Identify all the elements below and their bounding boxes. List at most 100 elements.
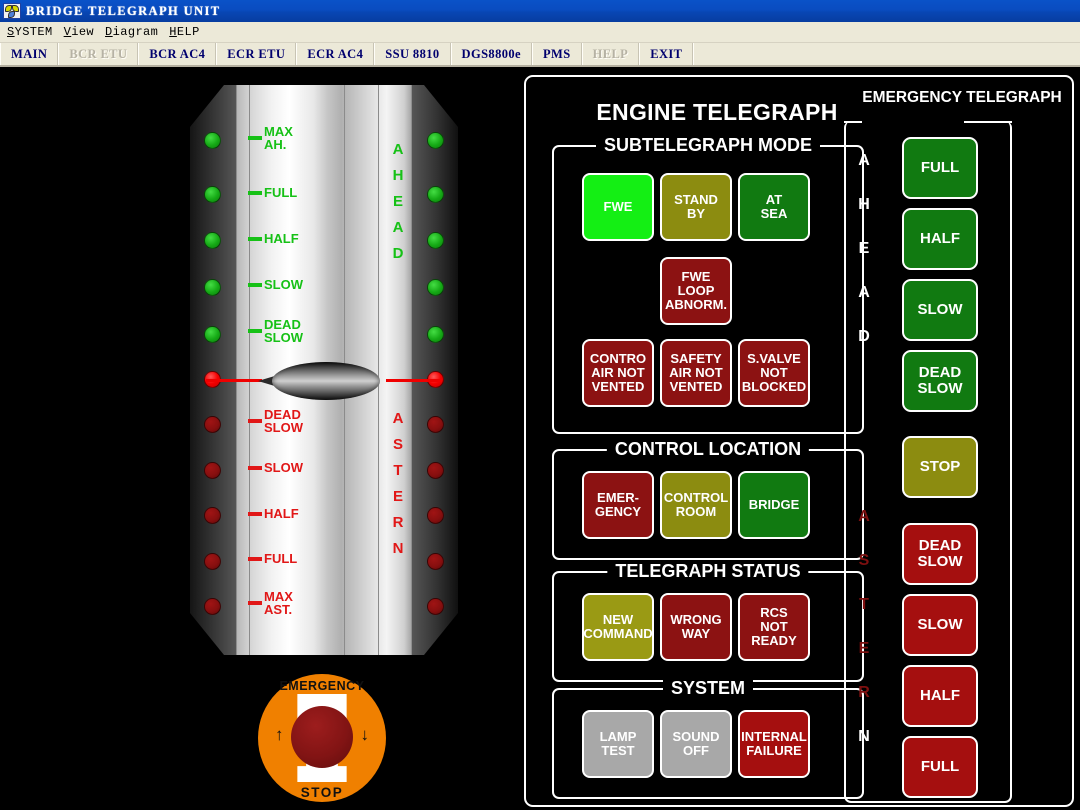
etg-button-ahead-full[interactable]: FULL: [902, 137, 978, 199]
scale-row-astern-half: HALF: [248, 507, 299, 520]
lamp-astern-slow-left: [204, 462, 221, 479]
astern-letter-1: S: [392, 436, 403, 453]
button-new-command[interactable]: NEW COMMAND: [582, 593, 654, 661]
lamp-ahead-slow-left: [204, 279, 221, 296]
scale-row-astern-slow: SLOW: [248, 461, 303, 474]
emergency-telegraph-title: EMERGENCY TELEGRAPH: [862, 89, 1062, 106]
lamp-ahead-max-right: [427, 132, 444, 149]
lamp-ahead-slow-right: [427, 279, 444, 296]
toolbar-button-ecr-ac4[interactable]: ECR AC4: [296, 43, 375, 65]
etg-button-ahead-slow[interactable]: SLOW: [902, 279, 978, 341]
main-canvas: MAX AH. FULL HALF SLOW DEAD SLOW DEAD SL…: [0, 69, 1080, 810]
lamp-astern-deadslow-left: [204, 416, 221, 433]
propeller-icon: [3, 3, 21, 19]
lamp-ahead-half-left: [204, 232, 221, 249]
button-emergency-location[interactable]: EMER- GENCY: [582, 471, 654, 539]
ahead-letter-1: H: [392, 167, 404, 184]
toolbar-button-bcr-etu: BCR ETU: [58, 43, 139, 65]
emergency-stop-button[interactable]: EMERGENCY ↑ ↓ STOP: [258, 674, 386, 802]
etg-astern-letter-3: E: [858, 640, 870, 657]
astern-letter-0: A: [392, 410, 404, 427]
button-lamp-test[interactable]: LAMP TEST: [582, 710, 654, 778]
button-svalve-not-blocked[interactable]: S.VALVE NOT BLOCKED: [738, 339, 810, 407]
etg-button-stop[interactable]: STOP: [902, 436, 978, 498]
button-rcs-not-ready[interactable]: RCS NOT READY: [738, 593, 810, 661]
lamp-astern-max-right: [427, 598, 444, 615]
pointer-needle-right: [386, 379, 442, 382]
lamp-ahead-half-right: [427, 232, 444, 249]
button-control-room[interactable]: CONTROL ROOM: [660, 471, 732, 539]
etg-ahead-letter-4: D: [858, 328, 870, 345]
toolbar-button-pms[interactable]: PMS: [531, 43, 582, 65]
toolbar-button-main[interactable]: MAIN: [0, 43, 59, 65]
emergency-telegraph-group: A H E A D A S T E R N FULL HALF SLOW DEA…: [844, 121, 1012, 803]
menu-item-diagram[interactable]: Diagram: [103, 24, 167, 40]
etg-button-astern-dead-slow[interactable]: DEAD SLOW: [902, 523, 978, 585]
lamp-ahead-full-right: [427, 186, 444, 203]
lamp-astern-half-right: [427, 507, 444, 524]
lamp-astern-slow-right: [427, 462, 444, 479]
scale-row-ahead-half: HALF: [248, 232, 299, 245]
button-safety-air-not-vented[interactable]: SAFETY AIR NOT VENTED: [660, 339, 732, 407]
toolbar-button-help: HELP: [581, 43, 640, 65]
scale-label-ahead-slow: SLOW: [264, 277, 303, 292]
telegraph-pointer-handle[interactable]: [258, 362, 380, 400]
menu-item-help[interactable]: HELP: [167, 24, 208, 40]
etg-astern-letter-2: T: [859, 596, 869, 613]
button-bridge[interactable]: BRIDGE: [738, 471, 810, 539]
etg-button-ahead-dead-slow[interactable]: DEAD SLOW: [902, 350, 978, 412]
etg-ahead-letter-0: A: [858, 152, 870, 169]
etg-ahead-letter-2: E: [858, 240, 870, 257]
toolbar: MAIN BCR ETU BCR AC4 ECR ETU ECR AC4 SSU…: [0, 43, 1080, 67]
scale-row-ahead-full: FULL: [248, 186, 297, 199]
menu-item-view[interactable]: View: [62, 24, 103, 40]
button-fwe-loop-abnorm[interactable]: FWE LOOP ABNORM.: [660, 257, 732, 325]
legend-subtelegraph-mode: SUBTELEGRAPH MODE: [595, 135, 821, 156]
toolbar-button-ecr-etu[interactable]: ECR ETU: [216, 43, 297, 65]
scale-label-astern-full: FULL: [264, 551, 298, 566]
toolbar-button-ssu-8810[interactable]: SSU 8810: [374, 43, 451, 65]
etg-ahead-letter-1: H: [858, 196, 870, 213]
lamp-astern-max-left: [204, 598, 221, 615]
scale-label-astern-slow: SLOW: [264, 460, 303, 475]
scale-row-astern-max: MAX AST.: [248, 590, 293, 616]
scale-row-ahead-slow: SLOW: [248, 278, 303, 291]
lamp-astern-deadslow-right: [427, 416, 444, 433]
etg-button-astern-half[interactable]: HALF: [902, 665, 978, 727]
astern-letter-2: T: [393, 462, 403, 479]
telegraph-indicator: MAX AH. FULL HALF SLOW DEAD SLOW DEAD SL…: [190, 85, 458, 655]
button-at-sea[interactable]: AT SEA: [738, 173, 810, 241]
menu-item-system[interactable]: SYSTEM: [5, 24, 62, 40]
button-wrong-way[interactable]: WRONG WAY: [660, 593, 732, 661]
estop-label-bottom: STOP: [300, 785, 344, 800]
scale-row-ahead-max: MAX AH.: [248, 125, 293, 151]
scale-label-ahead-half: HALF: [264, 231, 299, 246]
scale-label-astern-deadslow: DEAD SLOW: [264, 407, 303, 435]
button-stand-by[interactable]: STAND BY: [660, 173, 732, 241]
scale-label-astern-max: MAX AST.: [264, 589, 293, 617]
legend-control-location: CONTROL LOCATION: [606, 439, 810, 460]
etg-button-astern-full[interactable]: FULL: [902, 736, 978, 798]
estop-label-top: EMERGENCY: [279, 679, 365, 693]
toolbar-button-dgs8800e[interactable]: DGS8800e: [450, 43, 532, 65]
button-sound-off[interactable]: SOUND OFF: [660, 710, 732, 778]
etg-button-astern-slow[interactable]: SLOW: [902, 594, 978, 656]
button-internal-failure[interactable]: INTERNAL FAILURE: [738, 710, 810, 778]
estop-arrow-left-icon: ↑: [275, 725, 284, 744]
scale-label-astern-half: HALF: [264, 506, 299, 521]
scale-row-ahead-deadslow: DEAD SLOW: [248, 318, 303, 344]
lamp-ahead-full-left: [204, 186, 221, 203]
group-subtelegraph-mode: SUBTELEGRAPH MODE FWE STAND BY AT SEA FW…: [552, 135, 864, 434]
etg-astern-letters: A S T E R N: [854, 509, 874, 773]
etg-button-ahead-half[interactable]: HALF: [902, 208, 978, 270]
toolbar-filler: [693, 43, 1080, 65]
button-fwe[interactable]: FWE: [582, 173, 654, 241]
toolbar-button-bcr-ac4[interactable]: BCR AC4: [138, 43, 217, 65]
estop-dome: [291, 706, 353, 768]
lamp-ahead-max-left: [204, 132, 221, 149]
menubar: SYSTEM View Diagram HELP: [0, 22, 1080, 43]
lamp-astern-full-right: [427, 553, 444, 570]
pointer-needle-left: [206, 379, 262, 382]
toolbar-button-exit[interactable]: EXIT: [639, 43, 694, 65]
button-control-air-not-vented[interactable]: CONTRO AIR NOT VENTED: [582, 339, 654, 407]
